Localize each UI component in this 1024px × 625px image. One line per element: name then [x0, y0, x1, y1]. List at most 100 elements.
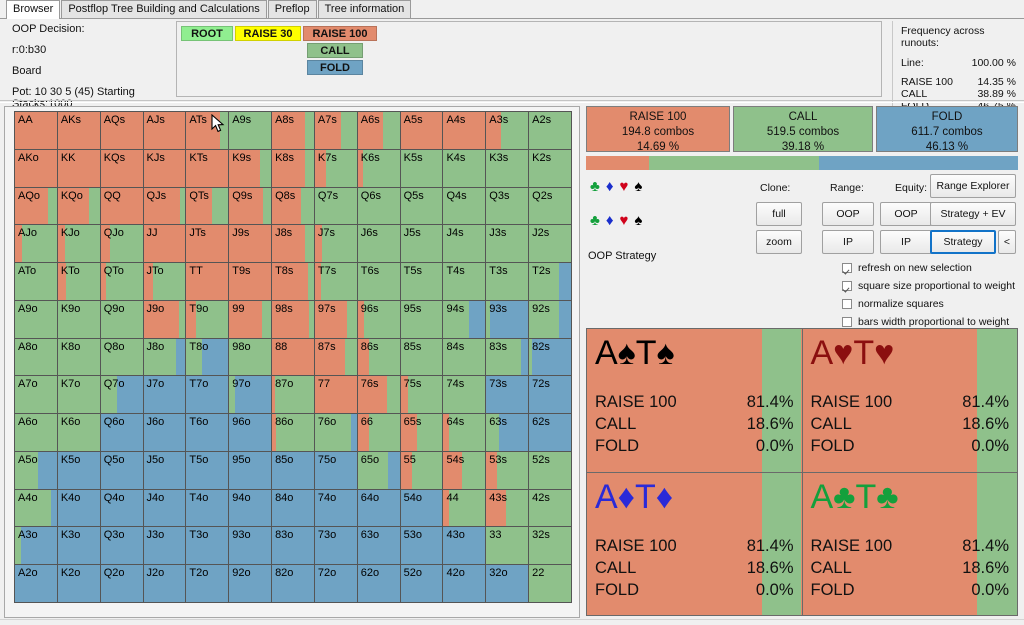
range-cell-96s[interactable]: 96s	[357, 300, 400, 338]
range-cell-Q7s[interactable]: Q7s	[314, 187, 357, 225]
range-cell-J3o[interactable]: J3o	[143, 527, 186, 565]
range-cell-86s[interactable]: 86s	[357, 338, 400, 376]
range-cell-93o[interactable]: 93o	[229, 527, 272, 565]
range-cell-73s[interactable]: 73s	[486, 376, 529, 414]
range-cell-JTo[interactable]: JTo	[143, 263, 186, 300]
range-cell-82s[interactable]: 82s	[529, 338, 571, 376]
range-cell-55[interactable]: 55	[400, 451, 443, 489]
suit-row-2[interactable]: ♣♦♥♠	[590, 212, 648, 229]
range-cell-JTs[interactable]: JTs	[186, 225, 229, 263]
range-cell-62s[interactable]: 62s	[529, 414, 571, 451]
range-cell-83s[interactable]: 83s	[486, 338, 529, 376]
range-cell-Q6o[interactable]: Q6o	[100, 414, 143, 451]
range-cell-TT[interactable]: TT	[186, 263, 229, 300]
range-cell-A9o[interactable]: A9o	[15, 300, 57, 338]
range-cell-85s[interactable]: 85s	[400, 338, 443, 376]
diamond-icon[interactable]: ♦	[606, 178, 620, 195]
range-cell-84s[interactable]: 84s	[443, 338, 486, 376]
range-cell-T6o[interactable]: T6o	[186, 414, 229, 451]
range-cell-A2o[interactable]: A2o	[15, 565, 57, 602]
club-icon[interactable]: ♣	[590, 212, 606, 229]
range-cell-ATs[interactable]: ATs	[186, 112, 229, 149]
range-cell-K4o[interactable]: K4o	[57, 489, 100, 527]
hand-card-AhTh[interactable]: A♥T♥ RAISE 100 81.4% CALL 18.6% FOLD 0.0%	[802, 329, 1017, 472]
range-cell-AJo[interactable]: AJo	[15, 225, 57, 263]
range-cell-KTo[interactable]: KTo	[57, 263, 100, 300]
range-cell-93s[interactable]: 93s	[486, 300, 529, 338]
range-cell-95o[interactable]: 95o	[229, 451, 272, 489]
range-cell-76o[interactable]: 76o	[314, 414, 357, 451]
range-cell-T5s[interactable]: T5s	[400, 263, 443, 300]
checkbox-refresh-on-new-selection[interactable]: refresh on new selection	[842, 262, 972, 276]
hand-card-AdTd[interactable]: A♦T♦ RAISE 100 81.4% CALL 18.6% FOLD 0.0%	[587, 472, 802, 615]
range-cell-A3s[interactable]: A3s	[486, 112, 529, 149]
range-cell-98s[interactable]: 98s	[272, 300, 314, 338]
button-full[interactable]: full	[756, 202, 802, 226]
range-cell-K8o[interactable]: K8o	[57, 338, 100, 376]
range-cell-95s[interactable]: 95s	[400, 300, 443, 338]
range-cell-98o[interactable]: 98o	[229, 338, 272, 376]
range-cell-T5o[interactable]: T5o	[186, 451, 229, 489]
range-cell-53o[interactable]: 53o	[400, 527, 443, 565]
range-cell-Q2o[interactable]: Q2o	[100, 565, 143, 602]
range-cell-QTo[interactable]: QTo	[100, 263, 143, 300]
range-cell-J4s[interactable]: J4s	[443, 225, 486, 263]
range-cell-87o[interactable]: 87o	[272, 376, 314, 414]
range-cell-K9s[interactable]: K9s	[229, 149, 272, 187]
range-cell-Q6s[interactable]: Q6s	[357, 187, 400, 225]
range-cell-43o[interactable]: 43o	[443, 527, 486, 565]
checkbox-square-size-proportional-to-weight[interactable]: square size proportional to weight	[842, 280, 1015, 294]
button-zoom[interactable]: zoom	[756, 230, 802, 254]
range-cell-K6s[interactable]: K6s	[357, 149, 400, 187]
tab-postflop-tree-building-and-calculations[interactable]: Postflop Tree Building and Calculations	[61, 0, 267, 18]
range-cell-Q4s[interactable]: Q4s	[443, 187, 486, 225]
range-cell-53s[interactable]: 53s	[486, 451, 529, 489]
range-cell-75s[interactable]: 75s	[400, 376, 443, 414]
range-cell-88[interactable]: 88	[272, 338, 314, 376]
heart-icon[interactable]: ♥	[620, 178, 635, 195]
range-cell-97o[interactable]: 97o	[229, 376, 272, 414]
diamond-icon[interactable]: ♦	[606, 212, 620, 229]
range-cell-54o[interactable]: 54o	[400, 489, 443, 527]
range-cell-T9o[interactable]: T9o	[186, 300, 229, 338]
range-cell-A7s[interactable]: A7s	[314, 112, 357, 149]
range-cell-KTs[interactable]: KTs	[186, 149, 229, 187]
range-cell-J7o[interactable]: J7o	[143, 376, 186, 414]
suit-row-1[interactable]: ♣♦♥♠	[590, 178, 648, 195]
range-cell-43s[interactable]: 43s	[486, 489, 529, 527]
range-cell-K4s[interactable]: K4s	[443, 149, 486, 187]
range-cell-65o[interactable]: 65o	[357, 451, 400, 489]
range-cell-94s[interactable]: 94s	[443, 300, 486, 338]
range-cell-94o[interactable]: 94o	[229, 489, 272, 527]
range-cell-K9o[interactable]: K9o	[57, 300, 100, 338]
heart-icon[interactable]: ♥	[620, 212, 635, 229]
range-cell-K8s[interactable]: K8s	[272, 149, 314, 187]
range-cell-Q7o[interactable]: Q7o	[100, 376, 143, 414]
tree-node-fold[interactable]: FOLD	[307, 60, 363, 75]
range-cell-42o[interactable]: 42o	[443, 565, 486, 602]
range-cell-63o[interactable]: 63o	[357, 527, 400, 565]
range-cell-A4o[interactable]: A4o	[15, 489, 57, 527]
range-cell-J6s[interactable]: J6s	[357, 225, 400, 263]
range-cell-Q3o[interactable]: Q3o	[100, 527, 143, 565]
range-cell-KJo[interactable]: KJo	[57, 225, 100, 263]
button-oop[interactable]: OOP	[822, 202, 874, 226]
range-cell-J4o[interactable]: J4o	[143, 489, 186, 527]
range-cell-52s[interactable]: 52s	[529, 451, 571, 489]
range-cell-AA[interactable]: AA	[15, 112, 57, 149]
action-box-raise-100[interactable]: RAISE 100 194.8 combos 14.69 %	[586, 106, 730, 153]
range-cell-QJo[interactable]: QJo	[100, 225, 143, 263]
checkbox-normalize-squares[interactable]: normalize squares	[842, 298, 944, 312]
tab-preflop[interactable]: Preflop	[267, 0, 317, 18]
range-cell-54s[interactable]: 54s	[443, 451, 486, 489]
range-cell-T3s[interactable]: T3s	[486, 263, 529, 300]
range-cell-A6s[interactable]: A6s	[357, 112, 400, 149]
range-cell-92o[interactable]: 92o	[229, 565, 272, 602]
club-icon[interactable]: ♣	[590, 178, 606, 195]
range-cell-Q8o[interactable]: Q8o	[100, 338, 143, 376]
range-cell-42s[interactable]: 42s	[529, 489, 571, 527]
range-cell-QQ[interactable]: QQ	[100, 187, 143, 225]
range-cell-65s[interactable]: 65s	[400, 414, 443, 451]
range-cell-A8s[interactable]: A8s	[272, 112, 314, 149]
range-cell-72o[interactable]: 72o	[314, 565, 357, 602]
